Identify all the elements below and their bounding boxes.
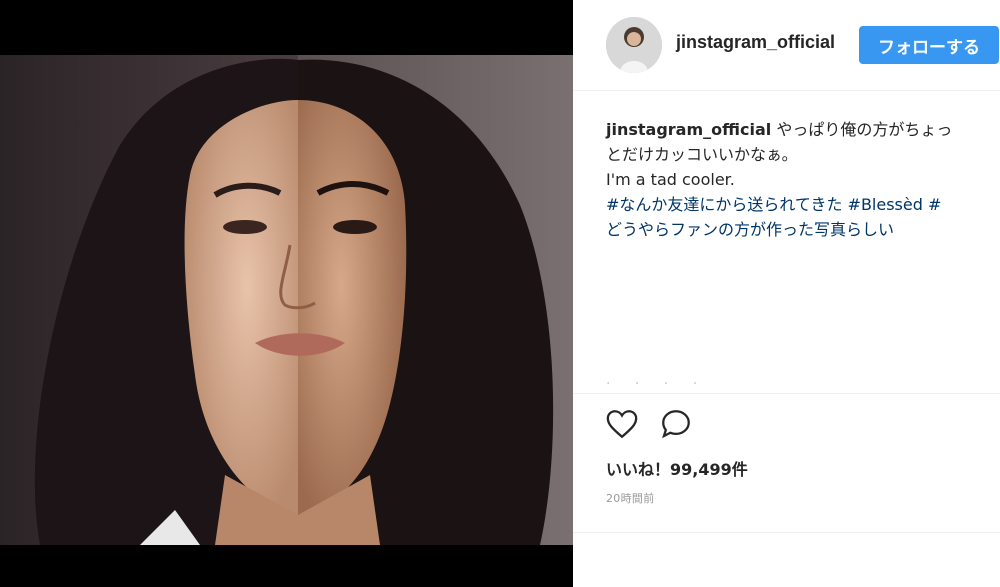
caption-text-1: やっぱり俺の方がちょっ: [776, 120, 953, 139]
follow-button[interactable]: フォローする: [859, 26, 999, 64]
post-header: jinstagram_official フォローする: [573, 0, 1000, 91]
caption-text-3: I'm a tad cooler.: [606, 170, 735, 189]
caption-username[interactable]: jinstagram_official: [606, 120, 771, 139]
bottom-divider: [573, 532, 1000, 533]
hashtag-link-2[interactable]: #: [928, 195, 941, 214]
likes-count[interactable]: いいね！99,499件: [606, 456, 748, 480]
post-caption: jinstagram_official やっぱり俺の方がちょっ とだけカッコいい…: [606, 117, 986, 242]
hashtag-link[interactable]: #なんか友達にから送られてきた: [606, 195, 842, 214]
comment-icon[interactable]: [659, 407, 693, 441]
portrait-image: [0, 55, 573, 545]
post-media: [0, 0, 573, 587]
faded-comments: · · · ·: [606, 376, 708, 392]
hashtag-blessed[interactable]: #Blessèd: [848, 195, 923, 214]
post-side-panel: jinstagram_official フォローする jinstagram_of…: [573, 0, 1000, 587]
avatar[interactable]: [606, 17, 662, 73]
username-link[interactable]: jinstagram_official: [676, 32, 835, 53]
hashtag-fan-photo[interactable]: どうやらファンの方が作った写真らしい: [606, 217, 986, 242]
post-timestamp[interactable]: 20時間前: [606, 490, 655, 506]
actions-divider: [573, 393, 1000, 394]
avatar-image: [606, 17, 662, 73]
caption-text-2: とだけカッコいいかなぁ。: [606, 145, 798, 164]
post-photo[interactable]: [0, 55, 573, 545]
heart-icon[interactable]: [605, 407, 639, 441]
